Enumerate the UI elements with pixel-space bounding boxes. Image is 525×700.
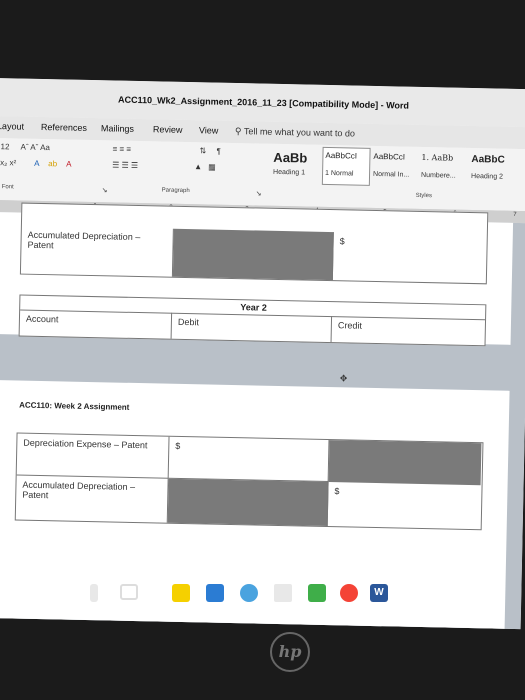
journal-table-bottom: Depreciation Expense – Patent $ Accumula… (14, 432, 484, 531)
col-account-header: Account (19, 309, 173, 339)
photos-icon[interactable] (308, 584, 326, 602)
tab-view[interactable]: View (199, 125, 219, 135)
font-group-label: Font (1, 184, 14, 191)
align-icon[interactable]: ☰ ☰ ☰ (112, 160, 138, 170)
shading-icon[interactable]: ▲ (194, 162, 202, 171)
font-size-field[interactable]: 12 (0, 142, 9, 151)
styles-group-label: Styles (415, 192, 433, 200)
monitor-screen: ACC110_Wk2_Assignment_2016_11_23 [Compat… (0, 78, 525, 630)
microphone-icon[interactable] (90, 584, 98, 602)
debit-cell-shaded (172, 228, 334, 281)
paragraph-dialog-launcher-icon[interactable]: ↘ (256, 189, 262, 197)
store-icon[interactable] (206, 584, 224, 602)
paragraph-group-label: Paragraph (161, 187, 190, 195)
tab-layout[interactable]: Layout (0, 121, 24, 132)
borders-icon[interactable]: ▦ (208, 162, 216, 171)
style-normal[interactable]: AaBbCcI 1 Normal (321, 146, 371, 186)
lightbulb-icon: ⚲ (234, 126, 242, 137)
sort-icon[interactable]: ⇅ (199, 146, 206, 155)
style-normal-indent[interactable]: AaBbCcI Normal In... (370, 148, 419, 187)
row1-credit-cell-shaded (328, 440, 482, 486)
taskbar: W (60, 580, 440, 610)
settings-icon[interactable] (240, 584, 258, 602)
grow-font-icon[interactable]: Aˆ Aˇ Aa (20, 143, 50, 153)
chrome-icon[interactable] (340, 584, 358, 602)
row1-debit-cell[interactable]: $ (168, 436, 330, 483)
journal-table-year2: Year 2 Account Debit Credit (18, 294, 487, 347)
section-title: ACC110: Week 2 Assignment (19, 400, 130, 412)
pilcrow-icon[interactable]: ¶ (216, 147, 220, 156)
move-handle-icon[interactable]: ✥ (340, 373, 348, 384)
year-heading: Year 2 (240, 302, 267, 313)
font-color-icon[interactable]: A (66, 159, 72, 168)
window-title: ACC110_Wk2_Assignment_2016_11_23 [Compat… (118, 94, 410, 111)
ruler-mark: 7 (513, 211, 517, 218)
row2-debit-cell-shaded (167, 478, 329, 527)
row1-account-cell[interactable]: Depreciation Expense – Patent (16, 433, 170, 479)
style-numbered[interactable]: 1. AaBb Numbere... (418, 149, 469, 188)
account-cell[interactable]: Accumulated Depreciation – Patent (20, 225, 174, 277)
credit-cell[interactable]: $ (333, 232, 486, 283)
tab-references[interactable]: References (41, 122, 87, 133)
row2-account-cell[interactable]: Accumulated Depreciation – Patent (15, 475, 169, 523)
app-icon[interactable] (274, 584, 292, 602)
row2-credit-cell[interactable]: $ (328, 482, 481, 529)
tell-me-box[interactable]: ⚲ Tell me what you want to do (235, 126, 355, 140)
bullets-icon[interactable]: ≡ ≡ ≡ (112, 144, 131, 153)
journal-table-top: Accumulated Depreciation – Patent $ (19, 202, 489, 285)
tell-me-text: Tell me what you want to do (243, 126, 356, 139)
task-view-icon[interactable] (120, 584, 138, 600)
col-debit-header: Debit (171, 312, 333, 343)
file-explorer-icon[interactable] (172, 584, 190, 602)
subscript-superscript-icon[interactable]: x₂ x² (0, 158, 16, 167)
style-heading-2[interactable]: AaBbC Heading 2 (468, 150, 523, 189)
page-1[interactable]: Accumulated Depreciation – Patent $ Year… (0, 202, 514, 347)
text-effects-icon[interactable]: A (34, 159, 40, 168)
highlight-icon[interactable]: ab (48, 159, 57, 168)
style-heading-1[interactable]: AaBb Heading 1 (270, 146, 323, 185)
document-area: Accumulated Depreciation – Patent $ Year… (0, 202, 525, 630)
col-credit-header: Credit (337, 320, 363, 331)
word-icon[interactable]: W (370, 584, 388, 602)
tab-mailings[interactable]: Mailings (101, 123, 134, 134)
hp-logo: hp (270, 632, 310, 672)
font-dialog-launcher-icon[interactable]: ↘ (102, 186, 108, 194)
tab-review[interactable]: Review (153, 124, 183, 135)
